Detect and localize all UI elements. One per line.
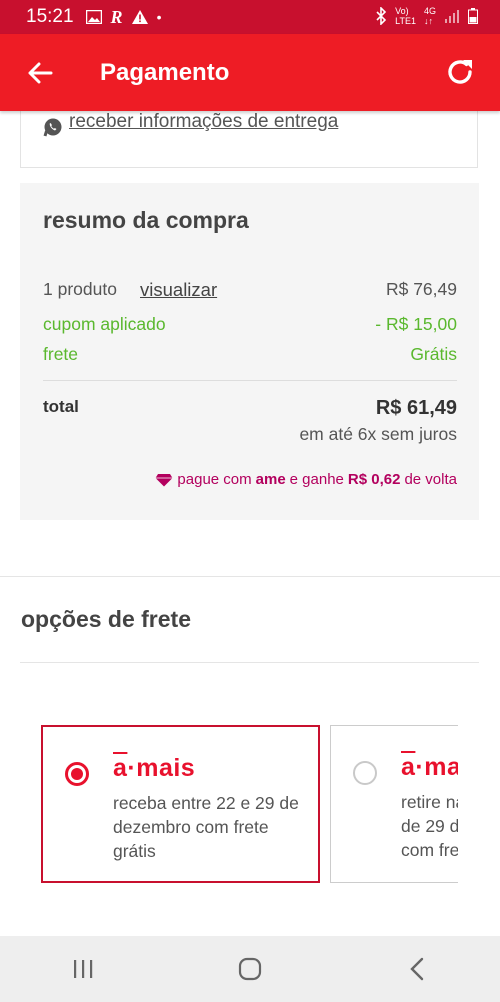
page-title: Pagamento (100, 58, 230, 86)
ame-brand: ame (255, 471, 286, 488)
home-button[interactable] (220, 944, 280, 994)
installments-text: em até 6x sem juros (299, 424, 457, 444)
shipping-option-card[interactable]: a·mais receba entre 22 e 29 de dezembro … (41, 725, 320, 883)
warning-icon (131, 10, 148, 24)
bluetooth-icon (376, 7, 387, 25)
coupon-label: cupom aplicado (43, 314, 166, 334)
total-label: total (43, 397, 79, 416)
status-time: 15:21 (26, 6, 74, 27)
recent-apps-icon (74, 960, 93, 978)
section-separator (0, 576, 500, 577)
refresh-button[interactable] (440, 52, 480, 92)
network-indicator: Vo) LTE1 (395, 6, 416, 26)
desc-line: com frete grátis (401, 840, 458, 860)
summary-divider (43, 380, 457, 381)
back-chevron-icon (409, 957, 423, 981)
back-button[interactable] (18, 51, 62, 95)
shipping-option-card[interactable]: a·mais retire na loja a partir de 29 de … (330, 725, 458, 883)
refresh-icon (448, 60, 472, 84)
status-bar: 15:21 R • Vo) LTE1 4G ↓↑ (0, 0, 500, 34)
desc-line: retire na loja a partir (401, 792, 458, 812)
ame-pre: pague com (177, 471, 252, 488)
ame-post: de volta (404, 471, 457, 488)
system-back-button[interactable] (387, 944, 447, 994)
shipping-options-title: opções de frete (21, 606, 191, 632)
shipping-label: frete (43, 344, 79, 364)
status-icons-left: R • (85, 6, 162, 28)
network-bottom: LTE1 (395, 16, 416, 26)
signal-icon (445, 10, 459, 23)
desc-line: de 29 de dezembro (401, 816, 458, 836)
logo-a: a (113, 754, 128, 782)
delivery-info-card: receber informações de entrega (20, 111, 478, 168)
diamond-icon (155, 473, 173, 486)
network-type-label: 4G (423, 6, 436, 16)
total-value: R$ 61,49 (375, 397, 457, 419)
recent-apps-button[interactable] (53, 944, 113, 994)
ame-mais-logo: a·mais (401, 753, 458, 782)
logo-a: a (401, 753, 416, 781)
ame-cashback: pague com ame e ganhe R$ 0,62 de volta (155, 471, 457, 488)
battery-icon (468, 8, 478, 24)
system-nav-bar (0, 936, 500, 1002)
coupon-value: - R$ 15,00 (375, 314, 457, 334)
logo-mais: ·mais (415, 753, 458, 781)
shipping-title-divider (20, 662, 479, 663)
radio-selected[interactable] (65, 762, 89, 786)
home-icon (238, 957, 262, 981)
dot-icon: • (156, 9, 162, 25)
delivery-info-link[interactable]: receber informações de entrega (69, 111, 338, 133)
status-icons-right: Vo) LTE1 4G ↓↑ (375, 6, 478, 26)
ame-mid: e ganhe (289, 471, 344, 488)
data-arrows-icon: ↓↑ (423, 16, 433, 26)
network-top: Vo) (395, 6, 409, 16)
shipping-option-description: retire na loja a partir de 29 de dezembr… (401, 790, 458, 862)
summary-title: resumo da compra (43, 207, 249, 233)
products-label: 1 produto (43, 279, 117, 299)
r-app-icon: R (110, 6, 123, 27)
image-icon (85, 10, 102, 24)
app-bar: Pagamento (0, 34, 500, 111)
whatsapp-icon (43, 118, 62, 137)
shipping-value: Grátis (410, 344, 457, 364)
ame-mais-logo: a·mais (113, 754, 195, 783)
radio-unselected[interactable] (353, 761, 377, 785)
view-products-link[interactable]: visualizar (140, 279, 217, 301)
arrow-left-icon (28, 62, 53, 83)
shipping-option-description: receba entre 22 e 29 de dezembro com fre… (113, 793, 299, 861)
ame-amount: R$ 0,62 (347, 471, 401, 488)
network-type: 4G ↓↑ (424, 6, 436, 26)
products-value: R$ 76,49 (385, 279, 457, 299)
purchase-summary: resumo da compra 1 produto visualizar R$… (20, 183, 479, 520)
logo-mais: ·mais (127, 754, 196, 782)
